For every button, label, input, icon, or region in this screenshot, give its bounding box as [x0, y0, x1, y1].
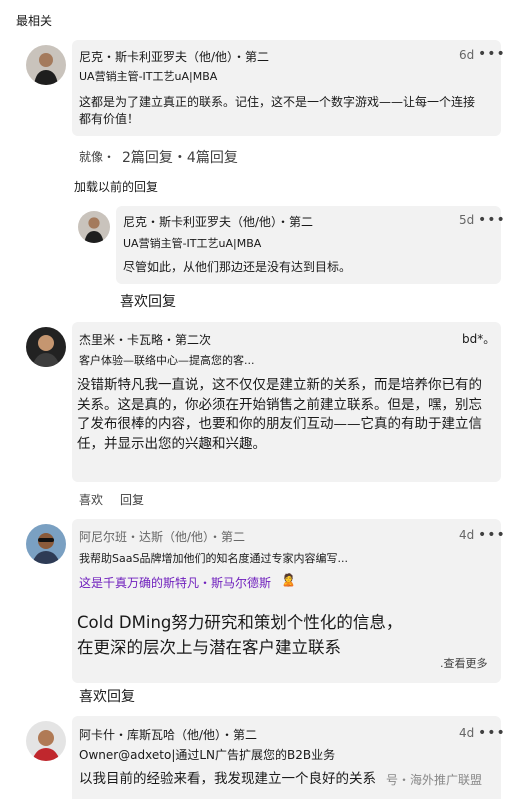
more-options-icon[interactable]: ••• [478, 527, 506, 543]
watermark: 号・海外推广联盟 [386, 773, 483, 787]
load-previous-replies-button[interactable]: 加载以前的回复 [74, 178, 158, 195]
reply-button[interactable]: 回复 [120, 491, 144, 508]
comment-headline: 我帮助SaaS品牌增加他们的知名度通过专家内容编写... [79, 552, 348, 565]
reply-author[interactable]: 尼克・斯卡利亚罗夫（他/他）・第二 [123, 213, 313, 230]
comment-body: 没错斯特凡我一直说，这不仅仅是建立新的关系，而是培养你已有的关系。这是真的，你必… [77, 377, 482, 452]
reply-time: 5d [459, 213, 475, 227]
more-options-icon[interactable]: ••• [478, 46, 506, 62]
comment-time: 4d [459, 726, 475, 740]
mention-link[interactable]: 这是千真万确的斯特凡・斯马尔德斯 [79, 574, 271, 591]
reply-body: 尽管如此，从他们那边还是没有达到目标。 [123, 260, 352, 274]
comment-time: 4d [459, 528, 475, 542]
like-reply-button[interactable]: 喜欢回复 [79, 687, 135, 708]
like-button[interactable]: 喜欢 [79, 491, 103, 508]
comment-headline: 客户体验—联络中心—提高您的客... [79, 354, 255, 367]
avatar[interactable] [26, 524, 66, 564]
avatar[interactable] [26, 45, 66, 85]
replies-count-button[interactable]: 2篇回复・4篇回复 [122, 148, 238, 169]
comment-author[interactable]: 阿尼尔班・达斯（他/他）・第二 [79, 528, 245, 545]
see-more-link[interactable]: .查看更多 [440, 655, 488, 671]
more-options-icon[interactable]: bd*。 [462, 330, 495, 347]
more-options-icon[interactable]: ••• [478, 725, 506, 741]
avatar[interactable] [78, 211, 110, 243]
comment-time: 6d [459, 48, 475, 62]
person-emoji-icon: 🙎 [281, 573, 296, 587]
reply-headline: UA营销主管-IT工艺uA|MBA [123, 237, 262, 250]
comment-headline: UA营销主管-IT工艺uA|MBA [79, 70, 218, 83]
avatar[interactable] [26, 721, 66, 761]
comment-body: Cold DMing努力研究和策划个性化的信息，在更深的层次上与潜在客户建立联系 [77, 613, 403, 657]
sort-dropdown-label[interactable]: 最相关 [16, 12, 52, 29]
more-options-icon[interactable]: ••• [478, 212, 506, 228]
comment-body: 以我目前的经验来看，我发现建立一个良好的关系 [79, 771, 376, 787]
like-reply-button[interactable]: 喜欢回复 [120, 292, 176, 313]
like-button[interactable]: 就像・ [79, 148, 115, 165]
comment-author[interactable]: 尼克・斯卡利亚罗夫（他/他）・第二 [79, 48, 269, 65]
avatar[interactable] [26, 327, 66, 367]
comment-author[interactable]: 阿卡什・库斯瓦哈（他/他）・第二 [79, 726, 257, 743]
comment-body: 这都是为了建立真正的联系。记住，这不是一个数字游戏——让每一个连接都有价值！ [79, 95, 476, 127]
comment-headline: Owner@adxeto|通过LN广告扩展您的B2B业务 [79, 748, 336, 762]
comment-author[interactable]: 杰里米・卡瓦略・第二次 [79, 331, 211, 348]
